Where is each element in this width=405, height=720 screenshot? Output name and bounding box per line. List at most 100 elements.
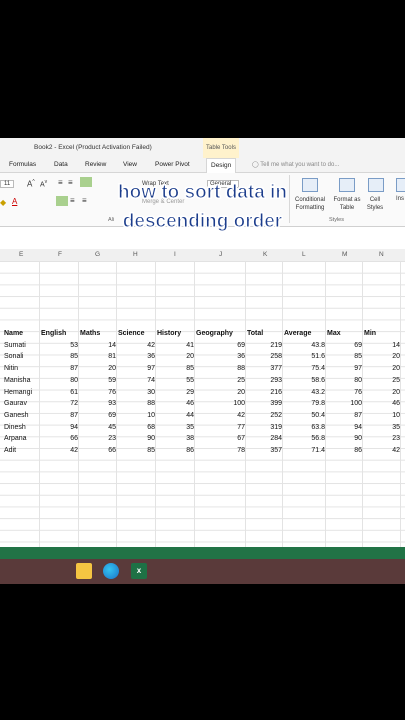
cell-maths[interactable]: 14 [80, 342, 116, 349]
cell-science[interactable]: 85 [118, 447, 155, 454]
cell-name[interactable]: Adit [4, 447, 16, 454]
cell-name[interactable]: Sonali [4, 353, 23, 360]
cell-min[interactable]: 10 [364, 412, 400, 419]
column-header-l[interactable]: L [302, 251, 306, 258]
cell-geography[interactable]: 25 [196, 377, 245, 384]
header-maths[interactable]: Maths [80, 330, 100, 337]
cell-total[interactable]: 319 [247, 424, 282, 431]
cell-max[interactable]: 80 [327, 377, 362, 384]
cell-english[interactable]: 80 [41, 377, 78, 384]
cell-average[interactable]: 63.8 [284, 424, 325, 431]
worksheet[interactable]: E F G H I J K L M N Name English Maths Scie… [0, 249, 405, 551]
cell-max[interactable]: 86 [327, 447, 362, 454]
tab-data[interactable]: Data [54, 161, 68, 168]
cell-science[interactable]: 74 [118, 377, 155, 384]
cell-name[interactable]: Ganesh [4, 412, 29, 419]
cell-min[interactable]: 20 [364, 353, 400, 360]
cell-history[interactable]: 20 [157, 353, 194, 360]
cell-english[interactable]: 61 [41, 389, 78, 396]
cell-min[interactable]: 20 [364, 365, 400, 372]
header-science[interactable]: Science [118, 330, 144, 337]
cell-min[interactable]: 20 [364, 389, 400, 396]
cell-min[interactable]: 25 [364, 377, 400, 384]
cell-max[interactable]: 97 [327, 365, 362, 372]
cell-average[interactable]: 58.6 [284, 377, 325, 384]
edge-icon[interactable] [103, 563, 119, 579]
cell-maths[interactable]: 66 [80, 447, 116, 454]
cell-science[interactable]: 36 [118, 353, 155, 360]
cell-name[interactable]: Arpana [4, 435, 27, 442]
excel-icon[interactable]: x [131, 563, 147, 579]
column-header-e[interactable]: E [19, 251, 23, 258]
cell-total[interactable]: 293 [247, 377, 282, 384]
header-max[interactable]: Max [327, 330, 341, 337]
cell-history[interactable]: 44 [157, 412, 194, 419]
cell-total[interactable]: 216 [247, 389, 282, 396]
cell-max[interactable]: 85 [327, 353, 362, 360]
cell-science[interactable]: 97 [118, 365, 155, 372]
cell-english[interactable]: 87 [41, 365, 78, 372]
cell-english[interactable]: 66 [41, 435, 78, 442]
column-header-f[interactable]: F [58, 251, 62, 258]
cell-science[interactable]: 10 [118, 412, 155, 419]
cell-total[interactable]: 377 [247, 365, 282, 372]
cell-maths[interactable]: 59 [80, 377, 116, 384]
cell-science[interactable]: 68 [118, 424, 155, 431]
column-header-g[interactable]: G [95, 251, 100, 258]
tab-review[interactable]: Review [85, 161, 106, 168]
cell-geography[interactable]: 67 [196, 435, 245, 442]
cell-total[interactable]: 258 [247, 353, 282, 360]
cell-max[interactable]: 100 [327, 400, 362, 407]
cell-english[interactable]: 94 [41, 424, 78, 431]
cell-maths[interactable]: 69 [80, 412, 116, 419]
cell-max[interactable]: 90 [327, 435, 362, 442]
cell-history[interactable]: 29 [157, 389, 194, 396]
cell-geography[interactable]: 42 [196, 412, 245, 419]
cell-english[interactable]: 53 [41, 342, 78, 349]
tell-me-search[interactable]: ◯ Tell me what you want to do... [252, 161, 339, 168]
file-explorer-icon[interactable] [76, 563, 92, 579]
cell-max[interactable]: 94 [327, 424, 362, 431]
cell-science[interactable]: 88 [118, 400, 155, 407]
cell-total[interactable]: 357 [247, 447, 282, 454]
cell-max[interactable]: 87 [327, 412, 362, 419]
column-header-i[interactable]: I [174, 251, 176, 258]
cell-history[interactable]: 41 [157, 342, 194, 349]
cell-maths[interactable]: 81 [80, 353, 116, 360]
cell-geography[interactable]: 36 [196, 353, 245, 360]
header-name[interactable]: Name [4, 330, 23, 337]
cell-average[interactable]: 71.4 [284, 447, 325, 454]
cell-maths[interactable]: 93 [80, 400, 116, 407]
tab-design[interactable]: Design [206, 158, 237, 173]
cell-maths[interactable]: 45 [80, 424, 116, 431]
header-total[interactable]: Total [247, 330, 263, 337]
cell-min[interactable]: 46 [364, 400, 400, 407]
cell-history[interactable]: 46 [157, 400, 194, 407]
cell-geography[interactable]: 77 [196, 424, 245, 431]
cell-name[interactable]: Dinesh [4, 424, 26, 431]
tab-formulas[interactable]: Formulas [9, 161, 36, 168]
cell-average[interactable]: 56.8 [284, 435, 325, 442]
cell-name[interactable]: Nitin [4, 365, 18, 372]
cell-history[interactable]: 86 [157, 447, 194, 454]
cell-maths[interactable]: 23 [80, 435, 116, 442]
cell-science[interactable]: 90 [118, 435, 155, 442]
cell-min[interactable]: 14 [364, 342, 400, 349]
tab-power-pivot[interactable]: Power Pivot [155, 161, 190, 168]
cell-history[interactable]: 35 [157, 424, 194, 431]
cell-history[interactable]: 38 [157, 435, 194, 442]
tab-view[interactable]: View [123, 161, 137, 168]
cell-geography[interactable]: 88 [196, 365, 245, 372]
cell-total[interactable]: 284 [247, 435, 282, 442]
header-history[interactable]: History [157, 330, 181, 337]
cell-total[interactable]: 252 [247, 412, 282, 419]
column-header-j[interactable]: J [219, 251, 222, 258]
header-min[interactable]: Min [364, 330, 376, 337]
cell-name[interactable]: Gaurav [4, 400, 27, 407]
cell-name[interactable]: Sumati [4, 342, 26, 349]
cell-average[interactable]: 75.4 [284, 365, 325, 372]
cell-average[interactable]: 43.8 [284, 342, 325, 349]
cell-average[interactable]: 50.4 [284, 412, 325, 419]
header-english[interactable]: English [41, 330, 66, 337]
cell-maths[interactable]: 20 [80, 365, 116, 372]
